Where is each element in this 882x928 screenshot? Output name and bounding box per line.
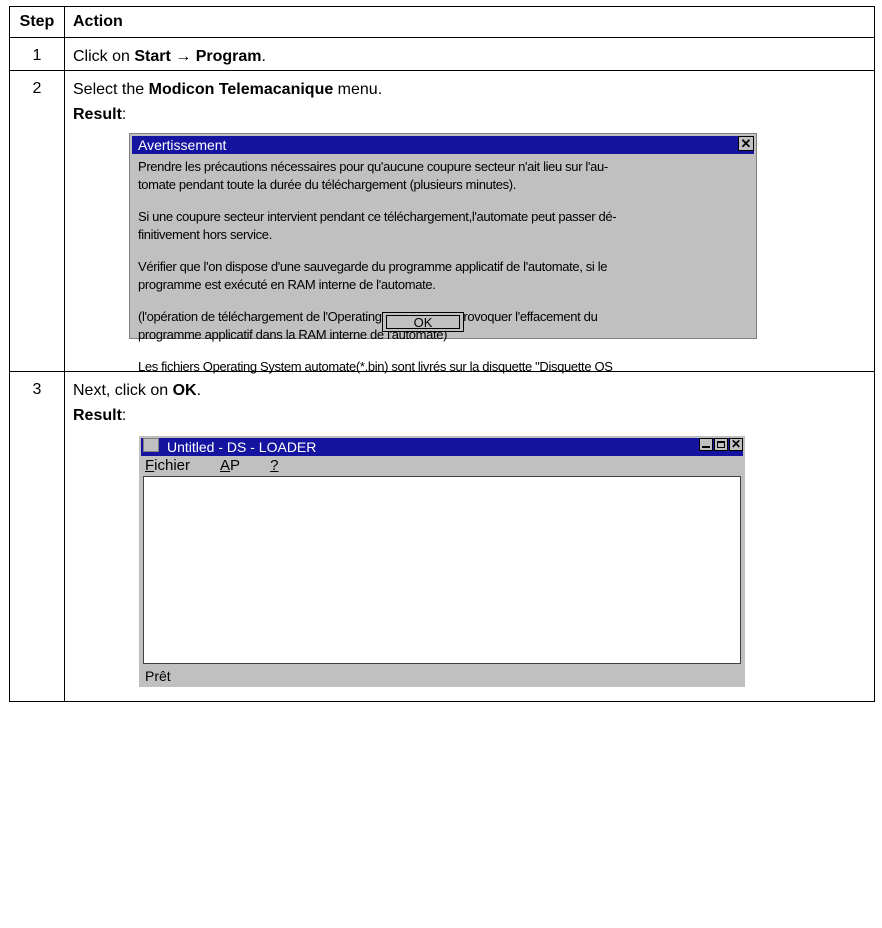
start-menu-term: Start: [134, 48, 171, 65]
minimize-icon[interactable]: [699, 438, 713, 451]
window-title-bar: Untitled - DS - LOADER: [141, 438, 743, 456]
close-icon[interactable]: ✕: [738, 136, 754, 151]
step-1-instruction: Click on Start → Program.: [73, 48, 266, 65]
menu-fichier[interactable]: Fichier: [145, 457, 190, 475]
menu-ap[interactable]: AP: [220, 457, 240, 475]
step-number: 3: [9, 371, 65, 702]
step-row-3: 3 Next, click on OK. Result: Untitled - …: [9, 371, 875, 702]
step-row-2: 2 Select the Modicon Telemacanique menu.…: [9, 70, 875, 374]
dialog-title-bar: Avertissement: [132, 136, 754, 154]
maximize-icon[interactable]: [714, 438, 728, 451]
dialog-paragraph: Prendre les précautions nécessaires pour…: [138, 159, 608, 192]
close-icon[interactable]: ✕: [729, 438, 743, 451]
step-action: Next, click on OK. Result: Untitled - DS…: [64, 371, 875, 702]
ds-loader-window: Untitled - DS - LOADER ✕ Fichier AP ? Pr…: [139, 436, 745, 687]
dialog-paragraph: Si une coupure secteur intervient pendan…: [138, 209, 617, 242]
action-column-header: Action: [64, 6, 875, 38]
step-number: 1: [9, 37, 65, 71]
result-label: Result:: [73, 407, 127, 424]
menu-bar: Fichier AP ?: [145, 457, 308, 475]
arrow-icon: →: [175, 48, 192, 65]
menu-help[interactable]: ?: [270, 457, 278, 475]
step-column-header: Step: [9, 6, 65, 38]
header-row: Step Action: [9, 6, 875, 38]
step-row-1: 1 Click on Start → Program.: [9, 37, 875, 71]
modicon-menu-term: Modicon Telemacanique: [148, 81, 334, 98]
window-controls: ✕: [698, 438, 743, 452]
dialog-paragraph: Les fichiers Operating System automate(*…: [138, 359, 613, 374]
result-label: Result:: [73, 106, 127, 123]
dialog-message: Prendre les précautions nécessaires pour…: [138, 158, 748, 390]
steps-table: Step Action 1 Click on Start → Program. …: [9, 6, 875, 702]
dialog-paragraph: Vérifier que l'on dispose d'une sauvegar…: [138, 259, 608, 292]
window-client-area[interactable]: [143, 476, 741, 664]
step-action: Click on Start → Program.: [64, 37, 875, 71]
ok-button-label: OK: [386, 315, 460, 329]
step-number: 2: [9, 70, 65, 372]
program-menu-term: Program: [195, 48, 262, 65]
step-2-instruction: Select the Modicon Telemacanique menu.: [73, 81, 383, 98]
dialog-title: Avertissement: [138, 137, 227, 153]
window-title: Untitled - DS - LOADER: [167, 439, 317, 455]
status-bar-text: Prêt: [145, 668, 171, 684]
ok-button[interactable]: OK: [382, 312, 464, 332]
app-icon[interactable]: [143, 438, 159, 452]
step-action: Select the Modicon Telemacanique menu. R…: [64, 70, 875, 374]
warning-dialog: Avertissement ✕ Prendre les précautions …: [129, 133, 757, 374]
